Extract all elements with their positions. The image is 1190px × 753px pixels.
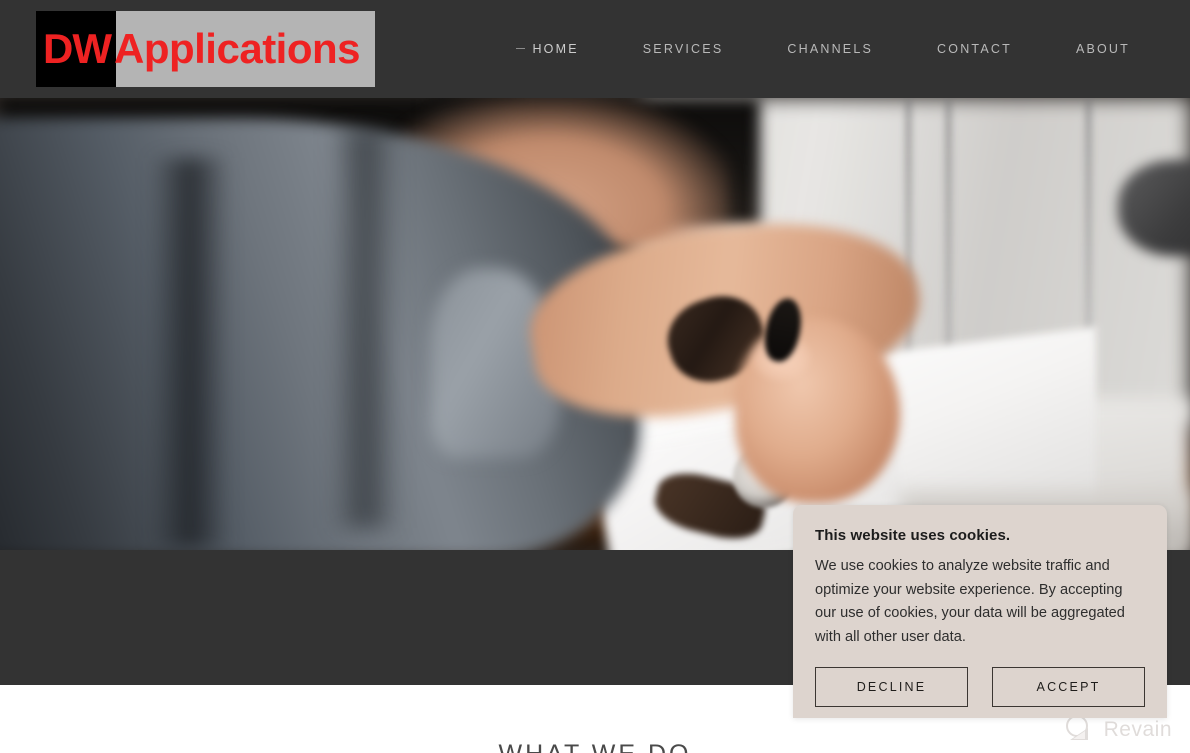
- logo-word-text: Applications: [114, 25, 361, 72]
- web-page: DW Applications HOME SERVICES CHANNELS C…: [0, 0, 1190, 753]
- decline-cookies-button[interactable]: DECLINE: [815, 667, 968, 707]
- nav-item-about-label: ABOUT: [1075, 42, 1130, 56]
- cookie-banner-title: This website uses cookies.: [815, 527, 1011, 544]
- nav-item-contact-label: CONTACT: [937, 42, 1012, 56]
- section-title: WHAT WE DO: [0, 740, 1190, 753]
- nav-item-about[interactable]: ABOUT: [1044, 42, 1162, 56]
- active-dash-icon: [516, 47, 526, 49]
- cookie-banner-actions: DECLINE ACCEPT: [815, 667, 1145, 707]
- logo-wordmark: Applications: [114, 11, 375, 87]
- site-logo[interactable]: DW Applications: [36, 11, 375, 87]
- accept-cookies-button[interactable]: ACCEPT: [992, 667, 1145, 707]
- hero-banner: [0, 98, 1190, 550]
- hero-photo: [0, 98, 1190, 550]
- site-header: DW Applications HOME SERVICES CHANNELS C…: [0, 0, 1190, 98]
- nav-item-services-label: SERVICES: [642, 42, 724, 56]
- nav-item-channels[interactable]: CHANNELS: [755, 42, 905, 56]
- cookie-consent-banner: This website uses cookies. We use cookie…: [793, 505, 1167, 718]
- nav-item-contact[interactable]: CONTACT: [905, 42, 1044, 56]
- nav-item-home[interactable]: HOME: [484, 42, 610, 56]
- nav-item-home-label: HOME: [532, 42, 579, 56]
- main-navigation: HOME SERVICES CHANNELS CONTACT ABOUT: [484, 0, 1162, 98]
- logo-mark-text: DW: [43, 25, 112, 72]
- nav-item-services[interactable]: SERVICES: [611, 42, 756, 56]
- logo-mark: DW: [36, 11, 116, 87]
- cookie-banner-body: We use cookies to analyze website traffi…: [815, 558, 1125, 645]
- nav-item-channels-label: CHANNELS: [787, 42, 874, 56]
